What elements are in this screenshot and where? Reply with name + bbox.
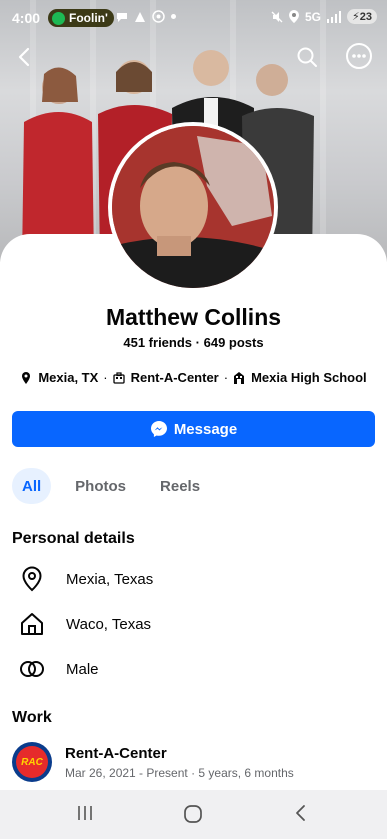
status-time: 4:00 bbox=[12, 10, 41, 26]
battery-level: ⚡23 bbox=[347, 9, 377, 24]
tab-photos[interactable]: Photos bbox=[65, 468, 136, 504]
personal-details-title: Personal details bbox=[12, 530, 135, 547]
detail-text: Mexia, Texas bbox=[66, 570, 154, 588]
message-button-label: Message bbox=[173, 420, 238, 438]
spotify-icon bbox=[52, 11, 65, 25]
chat-notification-icon bbox=[117, 12, 127, 22]
more-dots-icon bbox=[352, 54, 366, 58]
status-bar: 4:00 Foolin' 5G ⚡23 bbox=[0, 0, 387, 36]
home-button-icon[interactable] bbox=[183, 804, 203, 824]
system-navigation-bar bbox=[0, 790, 387, 839]
detail-text: Male bbox=[66, 660, 99, 678]
detail-hometown[interactable]: Waco, Texas bbox=[18, 609, 151, 639]
school-icon bbox=[234, 371, 245, 384]
system-back-icon[interactable] bbox=[293, 804, 309, 822]
signal-icon bbox=[327, 10, 342, 23]
now-playing-pill[interactable]: Foolin' bbox=[48, 9, 114, 27]
search-icon[interactable] bbox=[296, 46, 318, 68]
tab-reels[interactable]: Reels bbox=[150, 468, 210, 504]
message-button[interactable]: Message bbox=[12, 411, 375, 447]
profile-tabs: All Photos Reels bbox=[12, 468, 210, 504]
detail-gender[interactable]: Male bbox=[18, 654, 99, 684]
location-pin-icon bbox=[22, 371, 31, 384]
work-item[interactable]: RAC Rent-A-Center Mar 26, 2021 - Present… bbox=[12, 742, 294, 782]
home-icon bbox=[21, 613, 43, 635]
mute-icon bbox=[271, 11, 283, 22]
back-arrow-icon[interactable] bbox=[14, 46, 36, 68]
location-pin-icon bbox=[22, 566, 42, 592]
hotspot-icon bbox=[152, 10, 165, 23]
briefcase-icon bbox=[112, 371, 125, 384]
posts-count[interactable]: 649 posts bbox=[204, 335, 264, 350]
alert-icon bbox=[135, 11, 145, 22]
dot-icon bbox=[171, 14, 176, 19]
messenger-icon bbox=[150, 421, 167, 437]
now-playing-label: Foolin' bbox=[69, 11, 108, 25]
profile-name: Matthew Collins bbox=[105, 304, 282, 330]
employer-logo-text: RAC bbox=[21, 756, 43, 768]
intro-work: Rent-A-Center bbox=[130, 370, 219, 385]
location-icon bbox=[289, 10, 299, 23]
intro-school: Mexia High School bbox=[251, 370, 367, 385]
cover-person bbox=[22, 67, 94, 262]
profile-stats: 451 friends · 649 posts bbox=[0, 335, 387, 350]
detail-current-city[interactable]: Mexia, Texas bbox=[18, 564, 153, 594]
network-type: 5G bbox=[305, 9, 322, 24]
recent-apps-icon[interactable] bbox=[76, 804, 94, 822]
stats-separator: · bbox=[195, 335, 200, 350]
profile-avatar[interactable] bbox=[108, 122, 278, 292]
gender-icon bbox=[20, 661, 44, 677]
employer-name: Rent-A-Center bbox=[65, 745, 167, 762]
employer-logo: RAC bbox=[12, 742, 52, 782]
friends-count[interactable]: 451 friends bbox=[123, 335, 192, 350]
intro-separator: · bbox=[223, 370, 229, 385]
work-section-title: Work bbox=[12, 709, 52, 726]
employment-dates: Mar 26, 2021 - Present · 5 years, 6 mont… bbox=[65, 766, 294, 780]
intro-separator: · bbox=[103, 370, 108, 385]
intro-location: Mexia, TX bbox=[38, 370, 99, 385]
profile-photo bbox=[112, 126, 274, 288]
more-options-button[interactable] bbox=[346, 43, 372, 69]
intro-summary: Mexia, TX · Rent-A-Center · Mexia High S… bbox=[0, 370, 387, 385]
detail-text: Waco, Texas bbox=[66, 615, 152, 633]
tab-all[interactable]: All bbox=[12, 468, 52, 504]
